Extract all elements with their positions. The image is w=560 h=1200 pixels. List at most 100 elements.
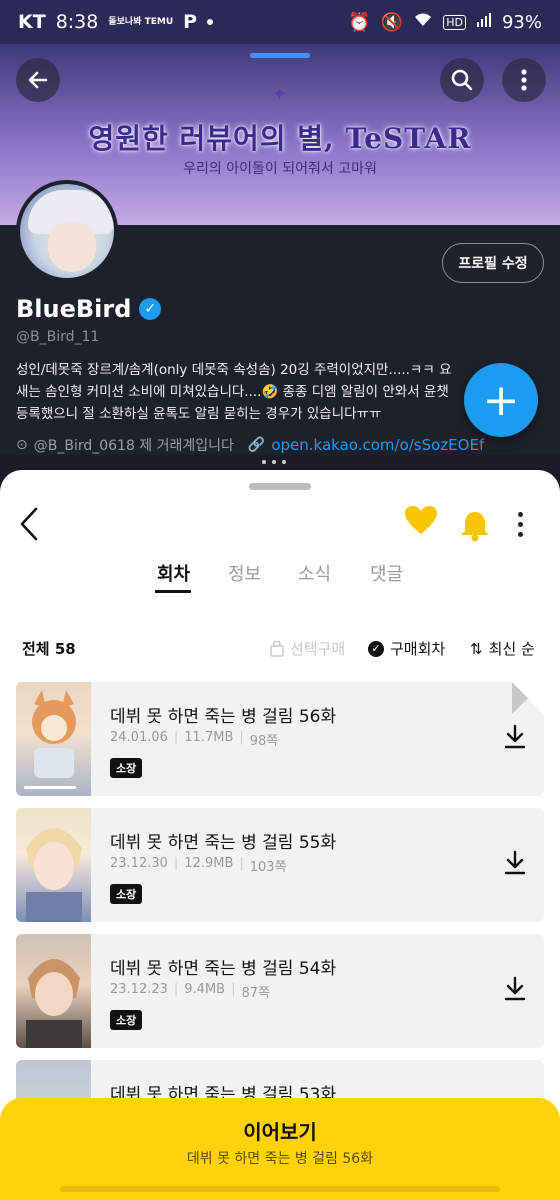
episode-title: 데뷔 못 하면 죽는 병 걸림 55화 (110, 833, 337, 853)
purchased-filter-toggle[interactable]: ✓ 구매회차 (368, 638, 445, 659)
episode-thumbnail (16, 682, 91, 796)
sheet-toolbar (0, 490, 560, 550)
owned-badge: 소장 (110, 884, 143, 904)
sheet-grabber[interactable] (249, 483, 311, 490)
carrier-label: KT (18, 11, 46, 33)
drag-dots (262, 460, 286, 464)
sort-icon: ⇅ (470, 639, 483, 658)
compose-fab-button[interactable]: + (464, 363, 538, 437)
episode-pages: 103쪽 (249, 860, 287, 875)
episode-date: 24.01.06 (110, 730, 168, 745)
banner-title: 영원한 러뷰어의 별, TeSTAR (88, 122, 472, 155)
bio-text: 성인/데못죽 장르계/솜계(only 데못죽 속성솜) 20깅 주력이었지만..… (16, 362, 452, 422)
episode-thumbnail (16, 934, 91, 1048)
close-sheet-button[interactable] (18, 506, 50, 546)
episode-row[interactable]: 데뷔 못 하면 죽는 병 걸림 56화 24.01.06 | 11.7MB | 98… (16, 682, 544, 796)
episode-meta: 23.12.30 | 12.9MB | 103쪽 (110, 856, 287, 875)
owned-badge: 소장 (110, 1010, 143, 1030)
sparkle-icon: ✦ (272, 84, 288, 105)
link-icon: 🔗 (247, 437, 266, 453)
episode-pages: 87쪽 (241, 986, 270, 1001)
continue-episode: 데뷔 못 하면 죽는 병 걸림 56화 (186, 1151, 374, 1167)
tab-episodes[interactable]: 회차 (157, 560, 190, 586)
profile-meta: ⊙ @B_Bird_0618 제 거래계입니다 🔗 open.kakao.com… (16, 435, 484, 455)
episode-row[interactable]: 데뷔 못 하면 죽는 병 걸림 55화 23.12.30 | 12.9MB | 10… (16, 808, 544, 922)
sheet-more-button[interactable] (518, 512, 523, 537)
read-progress-bar (24, 786, 76, 789)
bag-icon (270, 640, 284, 657)
plus-icon: + (482, 374, 520, 426)
filter-row: 전체 58 선택구매 ✓ 구매회차 ⇅ 최신 순 (0, 636, 560, 664)
episode-thumbnail (16, 808, 91, 922)
download-button[interactable] (504, 724, 526, 750)
continue-label: 이어보기 (243, 1120, 317, 1144)
episode-size: 12.9MB (184, 856, 234, 871)
app-notification-icons: 돌보나봐 TEMU (108, 16, 174, 27)
tab-news[interactable]: 소식 (298, 560, 331, 586)
active-tab-indicator (155, 590, 191, 593)
wifi-icon (413, 12, 433, 33)
download-button[interactable] (504, 976, 526, 1002)
purchased-filter-label: 구매회차 (390, 640, 446, 658)
episode-date: 23.12.30 (110, 856, 168, 871)
search-button[interactable] (440, 58, 484, 102)
download-icon (504, 850, 526, 875)
search-icon (451, 69, 473, 91)
tab-comments[interactable]: 댓글 (370, 560, 403, 586)
status-bar: KT 8:38 돌보나봐 TEMU P ⏰ 🔇 HD 93% (0, 0, 560, 44)
system-nav-handle[interactable] (60, 1186, 500, 1192)
banner-indicator (250, 53, 310, 58)
notification-button[interactable] (460, 510, 490, 542)
more-vertical-icon (521, 69, 527, 91)
verified-badge-icon: ✓ (139, 298, 162, 320)
download-icon (504, 724, 526, 749)
download-button[interactable] (504, 850, 526, 876)
alarm-icon: ⏰ (348, 11, 371, 33)
episode-pages: 98쪽 (249, 734, 279, 749)
signal-icon (476, 12, 492, 33)
mute-icon: 🔇 (380, 11, 404, 33)
arrow-left-icon (28, 71, 48, 89)
user-handle: @B_Bird_11 (16, 329, 100, 345)
episode-meta: 23.12.23 | 9.4MB | 87쪽 (110, 982, 270, 1001)
profile-link[interactable]: open.kakao.com/o/sSozEOEf (271, 436, 484, 454)
heart-icon (405, 506, 437, 534)
favorite-button[interactable] (404, 504, 438, 544)
sort-label: 최신 순 (488, 640, 535, 658)
page-fold (512, 682, 544, 714)
select-buy-label: 선택구매 (290, 640, 346, 658)
display-name: BlueBird (16, 295, 132, 323)
episode-size: 11.7MB (184, 730, 234, 745)
back-button[interactable] (16, 58, 60, 102)
name-row: BlueBird ✓ (16, 295, 162, 323)
hd-icon: HD (443, 14, 466, 30)
battery-level: 93% (501, 11, 542, 33)
episode-meta: 24.01.06 | 11.7MB | 98쪽 (110, 730, 279, 749)
clock: 8:38 (55, 11, 99, 33)
location-icon: ⊙ (16, 437, 28, 453)
owned-badge: 소장 (110, 758, 143, 778)
tab-info[interactable]: 정보 (228, 560, 261, 586)
episode-count: 전체 58 (22, 640, 76, 658)
episode-size: 9.4MB (184, 982, 226, 997)
continue-reading-button[interactable]: 이어보기 데뷔 못 하면 죽는 병 걸림 56화 (0, 1098, 560, 1200)
avatar[interactable] (16, 180, 118, 282)
location-text: @B_Bird_0618 제 거래계입니다 (33, 438, 234, 454)
episode-title: 데뷔 못 하면 죽는 병 걸림 54화 (110, 959, 337, 979)
sort-button[interactable]: ⇅ 최신 순 (470, 638, 535, 659)
episode-sheet: 회차 정보 소식 댓글 전체 58 선택구매 ✓ 구매회차 ⇅ 최신 순 데뷔 … (0, 470, 560, 1200)
edit-profile-button[interactable]: 프로필 수정 (442, 243, 544, 283)
download-icon (504, 976, 526, 1001)
sheet-tabs: 회차 정보 소식 댓글 (0, 560, 560, 600)
select-buy-button[interactable]: 선택구매 (270, 638, 345, 659)
episode-date: 23.12.23 (110, 982, 168, 997)
bell-icon (461, 512, 489, 542)
episode-row[interactable]: 데뷔 못 하면 죽는 병 걸림 54화 23.12.23 | 9.4MB | 87쪽… (16, 934, 544, 1048)
more-options-button[interactable] (502, 58, 546, 102)
notification-dot-icon (207, 19, 214, 25)
check-circle-icon: ✓ (368, 640, 384, 657)
episode-title: 데뷔 못 하면 죽는 병 걸림 56화 (110, 707, 337, 727)
chevron-left-icon (20, 507, 38, 541)
banner-subtitle: 우리의 아이돌이 되어줘서 고마워 (183, 161, 377, 177)
p-icon: P (183, 11, 198, 33)
